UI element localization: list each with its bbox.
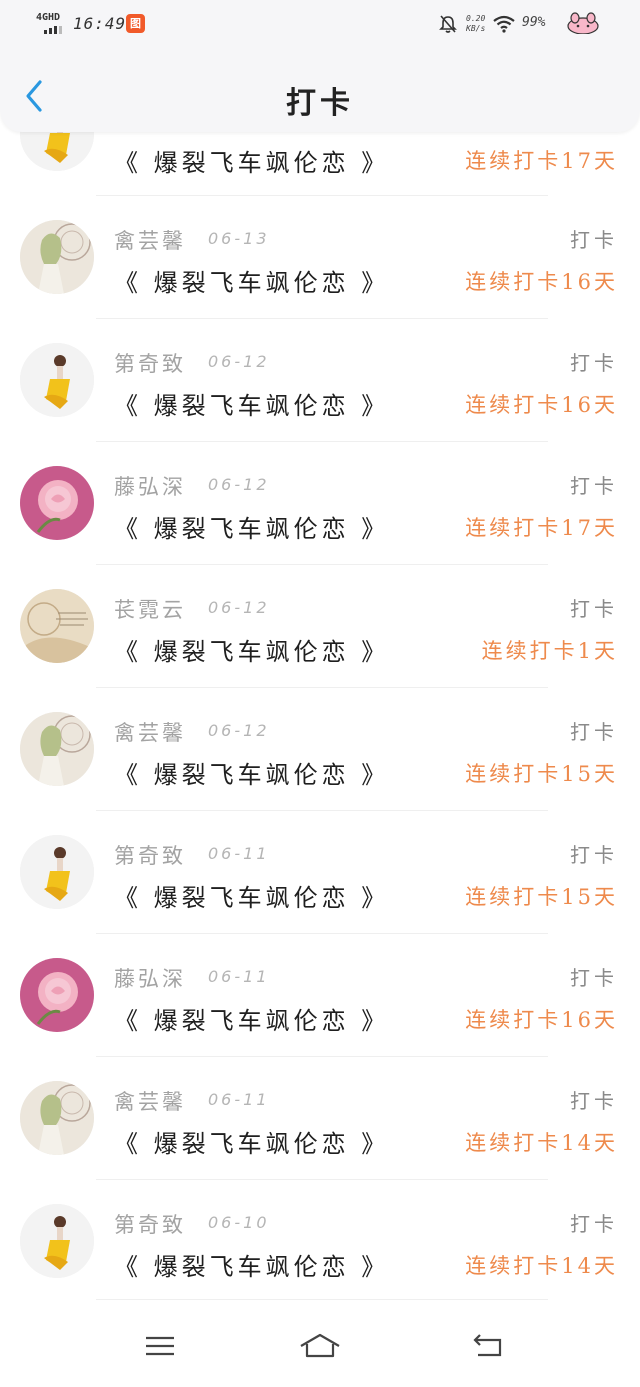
book-title: 《 爆裂飞车飒伦恋 》 <box>114 1007 390 1035</box>
wifi-icon <box>493 15 515 33</box>
home-icon[interactable] <box>298 1331 342 1361</box>
system-nav-bar <box>0 1305 640 1387</box>
checkin-date: 06-12 <box>208 721 270 740</box>
book-title: 《 爆裂飞车飒伦恋 》 <box>114 1253 390 1281</box>
avatar <box>20 835 94 909</box>
menu-icon[interactable] <box>140 1331 180 1361</box>
streak-label: 连续打卡14天 <box>465 1131 618 1155</box>
avatar <box>20 343 94 417</box>
status-bar: 4GHD 16:49 图 0.20 KB/s 99% <box>0 0 640 52</box>
network-type: 4GHD <box>36 12 61 23</box>
checkin-type: 打卡 <box>570 1212 618 1236</box>
list-item[interactable]: 禽芸馨 06-13 打卡 《 爆裂飞车飒伦恋 》 连续打卡16天 <box>0 196 640 319</box>
streak-label: 连续打卡14天 <box>465 1254 618 1278</box>
checkin-type: 打卡 <box>570 720 618 744</box>
avatar <box>20 1204 94 1278</box>
nav-bar: 打卡 <box>0 52 640 132</box>
book-title: 《 爆裂飞车飒伦恋 》 <box>114 1130 390 1158</box>
list-item[interactable]: 藤弘深 06-12 打卡 《 爆裂飞车飒伦恋 》 连续打卡17天 <box>0 442 640 565</box>
book-title: 《 爆裂飞车飒伦恋 》 <box>114 392 390 420</box>
sketch-girl-icon <box>20 1081 94 1155</box>
mascot-icon <box>567 12 599 34</box>
signal-icon <box>44 26 62 34</box>
streak-label: 连续打卡17天 <box>465 516 618 540</box>
book-title: 《 爆裂飞车飒伦恋 》 <box>114 515 390 543</box>
checkin-date: 06-12 <box>208 352 270 371</box>
checkin-date: 06-10 <box>208 1213 270 1232</box>
sepia-art-icon <box>20 589 94 663</box>
checkin-page: 4GHD 16:49 图 0.20 KB/s 99% 打卡 《 爆裂飞车飒伦恋 … <box>0 0 640 1387</box>
book-title: 《 爆裂飞车飒伦恋 》 <box>114 149 390 177</box>
user-name: 苌霓云 <box>114 598 186 622</box>
user-name: 禽芸馨 <box>114 1090 186 1114</box>
checkin-type: 打卡 <box>570 843 618 867</box>
list-item[interactable]: 苌霓云 06-12 打卡 《 爆裂飞车飒伦恋 》 连续打卡1天 <box>0 565 640 688</box>
battery-level: 99% <box>522 15 546 30</box>
app-notification-icon: 图 <box>126 14 145 33</box>
checkin-date: 06-13 <box>208 229 270 248</box>
book-title: 《 爆裂飞车飒伦恋 》 <box>114 269 390 297</box>
avatar <box>20 220 94 294</box>
pink-rose-icon <box>20 958 94 1032</box>
checkin-type: 打卡 <box>570 1089 618 1113</box>
divider <box>96 1299 548 1300</box>
back-icon[interactable] <box>468 1331 508 1361</box>
streak-label: 连续打卡17天 <box>465 149 618 173</box>
checkin-type: 打卡 <box>570 228 618 252</box>
avatar <box>20 466 94 540</box>
list-item[interactable]: 禽芸馨 06-12 打卡 《 爆裂飞车飒伦恋 》 连续打卡15天 <box>0 688 640 811</box>
list-item[interactable]: 第奇致 06-10 打卡 《 爆裂飞车飒伦恋 》 连续打卡14天 <box>0 1180 640 1303</box>
user-name: 禽芸馨 <box>114 229 186 253</box>
streak-label: 连续打卡16天 <box>465 1008 618 1032</box>
list-item[interactable]: 第奇致 06-12 打卡 《 爆裂飞车飒伦恋 》 连续打卡16天 <box>0 319 640 442</box>
checkin-date: 06-12 <box>208 598 270 617</box>
checkin-date: 06-12 <box>208 475 270 494</box>
user-name: 第奇致 <box>114 352 186 376</box>
checkin-type: 打卡 <box>570 351 618 375</box>
checkin-type: 打卡 <box>570 474 618 498</box>
list-item[interactable]: 禽芸馨 06-11 打卡 《 爆裂飞车飒伦恋 》 连续打卡14天 <box>0 1057 640 1180</box>
streak-label: 连续打卡15天 <box>465 885 618 909</box>
checkin-date: 06-11 <box>208 844 270 863</box>
avatar <box>20 712 94 786</box>
mute-bell-icon <box>439 15 457 33</box>
user-name: 第奇致 <box>114 1213 186 1237</box>
checkin-type: 打卡 <box>570 966 618 990</box>
user-name: 藤弘深 <box>114 967 186 991</box>
streak-label: 连续打卡16天 <box>465 393 618 417</box>
clock: 16:49 <box>73 14 127 33</box>
network-speed: 0.20 KB/s <box>466 14 486 33</box>
avatar <box>20 589 94 663</box>
streak-label: 连续打卡15天 <box>465 762 618 786</box>
checkin-date: 06-11 <box>208 1090 270 1109</box>
list-item[interactable]: 第奇致 06-11 打卡 《 爆裂飞车飒伦恋 》 连续打卡15天 <box>0 811 640 934</box>
book-title: 《 爆裂飞车飒伦恋 》 <box>114 638 390 666</box>
checkin-date: 06-11 <box>208 967 270 986</box>
pink-rose-icon <box>20 466 94 540</box>
sketch-girl-icon <box>20 712 94 786</box>
checkin-type: 打卡 <box>570 597 618 621</box>
yellow-dress-girl-icon <box>20 343 94 417</box>
user-name: 第奇致 <box>114 844 186 868</box>
yellow-dress-girl-icon <box>20 835 94 909</box>
page-title: 打卡 <box>286 86 354 121</box>
book-title: 《 爆裂飞车飒伦恋 》 <box>114 761 390 789</box>
streak-label: 连续打卡16天 <box>465 270 618 294</box>
user-name: 藤弘深 <box>114 475 186 499</box>
sketch-girl-icon <box>20 220 94 294</box>
avatar <box>20 958 94 1032</box>
list-item[interactable]: 藤弘深 06-11 打卡 《 爆裂飞车飒伦恋 》 连续打卡16天 <box>0 934 640 1057</box>
avatar <box>20 1081 94 1155</box>
streak-label: 连续打卡1天 <box>481 639 618 663</box>
user-name: 禽芸馨 <box>114 721 186 745</box>
book-title: 《 爆裂飞车飒伦恋 》 <box>114 884 390 912</box>
yellow-dress-girl-icon <box>20 1204 94 1278</box>
